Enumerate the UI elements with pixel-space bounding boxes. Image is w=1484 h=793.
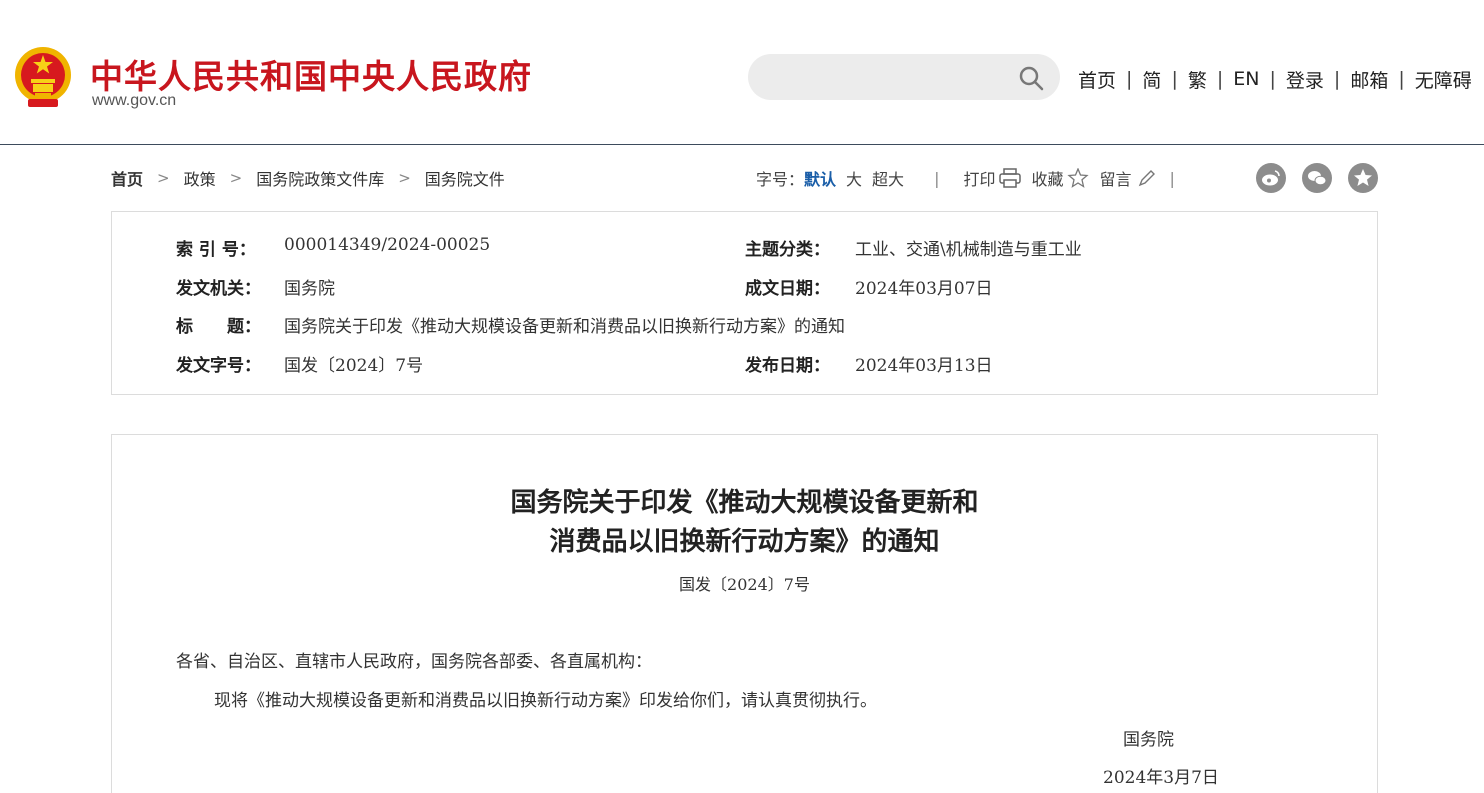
info-value-date-written: 2024年03月07日 [855,279,993,299]
article-title-line-2: 消费品以旧换新行动方案》的通知 [549,527,940,557]
font-size-default[interactable]: 默认 [804,166,836,190]
chevron-right-icon: > [398,169,411,187]
nav-english[interactable]: EN [1233,68,1259,90]
article-doc-number: 国发〔2024〕7号 [679,575,810,594]
search-icon[interactable] [1018,65,1044,91]
info-label: 发文机关： [176,279,261,299]
info-label: 索 引 号： [176,240,256,260]
printer-icon[interactable] [999,168,1022,188]
info-value-publish-date: 2024年03月13日 [855,356,993,376]
site-domain: www.gov.cn [92,92,177,109]
article-title-line-1: 国务院关于印发《推动大规模设备更新和 [510,488,979,518]
info-label: 发布日期： [745,356,830,376]
article-signature: 国务院 [1123,730,1174,750]
chevron-right-icon: > [157,169,170,187]
wechat-icon[interactable] [1302,163,1332,193]
nav-separator: | [1269,68,1276,90]
nav-separator: | [1333,68,1341,90]
info-label: 发文字号： [176,356,261,376]
article-date: 2024年3月7日 [1103,768,1219,788]
nav-separator: | [1126,68,1133,90]
nav-accessibility[interactable]: 无障碍 [1415,66,1472,93]
national-emblem-icon[interactable] [13,45,73,111]
comment-label[interactable]: 留言 [1099,166,1131,190]
nav-home[interactable]: 首页 [1078,66,1116,93]
info-label: 成文日期： [745,279,830,299]
article-body: 国务院关于印发《推动大规模设备更新和 消费品以旧换新行动方案》的通知 国发〔20… [111,434,1378,793]
pencil-icon[interactable] [1136,168,1158,188]
search-input[interactable] [748,54,1060,100]
info-label: 标 题： [176,317,261,337]
tool-separator: | [1169,168,1175,188]
font-size-large[interactable]: 大 [846,166,862,190]
nav-separator: | [1216,68,1224,90]
info-value-issuer: 国务院 [284,279,335,299]
info-label: 主题分类： [745,240,830,260]
nav-traditional[interactable]: 繁 [1188,66,1207,93]
info-value-doc-no: 国发〔2024〕7号 [284,356,424,376]
site-title[interactable]: 中华人民共和国中央人民政府 [90,50,532,98]
article-salutation: 各省、自治区、直辖市人民政府，国务院各部委、各直属机构： [176,652,652,672]
top-nav: 首页 | 简 | 繁 | EN | 登录 | 邮箱 | 无障碍 [1078,66,1472,92]
nav-separator: | [1171,68,1178,90]
document-info-box: 索 引 号： 000014349/2024-00025 主题分类： 工业、交通\… [111,211,1378,395]
font-size-xlarge[interactable]: 超大 [872,166,904,190]
nav-simplified[interactable]: 简 [1142,66,1161,93]
nav-login[interactable]: 登录 [1286,66,1324,93]
article-tools: 字号： 默认 大 超大 | 打印 收藏 留言 | [756,166,1193,190]
breadcrumb: 首页 > 政策 > 国务院政策文件库 > 国务院文件 [111,166,505,190]
star-share-icon[interactable] [1348,163,1378,193]
info-value-title: 国务院关于印发《推动大规模设备更新和消费品以旧换新行动方案》的通知 [284,317,845,337]
article-paragraph: 现将《推动大规模设备更新和消费品以旧换新行动方案》印发给你们，请认真贯彻执行。 [214,691,877,711]
info-value-index: 000014349/2024-00025 [284,235,491,255]
star-icon[interactable] [1067,168,1090,188]
breadcrumb-state-council-docs[interactable]: 国务院文件 [425,166,505,190]
chevron-right-icon: > [229,169,243,187]
info-value-topic: 工业、交通\机械制造与重工业 [855,240,1082,260]
site-header: 中华人民共和国中央人民政府 www.gov.cn 首页 | 简 | 繁 | EN… [0,0,1484,145]
tool-separator: | [934,168,940,188]
font-size-label: 字号： [756,170,805,189]
nav-mail[interactable]: 邮箱 [1350,66,1388,93]
print-label[interactable]: 打印 [963,166,995,190]
favorite-label[interactable]: 收藏 [1031,166,1063,190]
breadcrumb-policy[interactable]: 政策 [184,166,216,190]
nav-separator: | [1398,68,1405,90]
breadcrumb-policy-library[interactable]: 国务院政策文件库 [256,166,384,190]
breadcrumb-home[interactable]: 首页 [111,166,143,190]
weibo-icon[interactable] [1256,163,1286,193]
